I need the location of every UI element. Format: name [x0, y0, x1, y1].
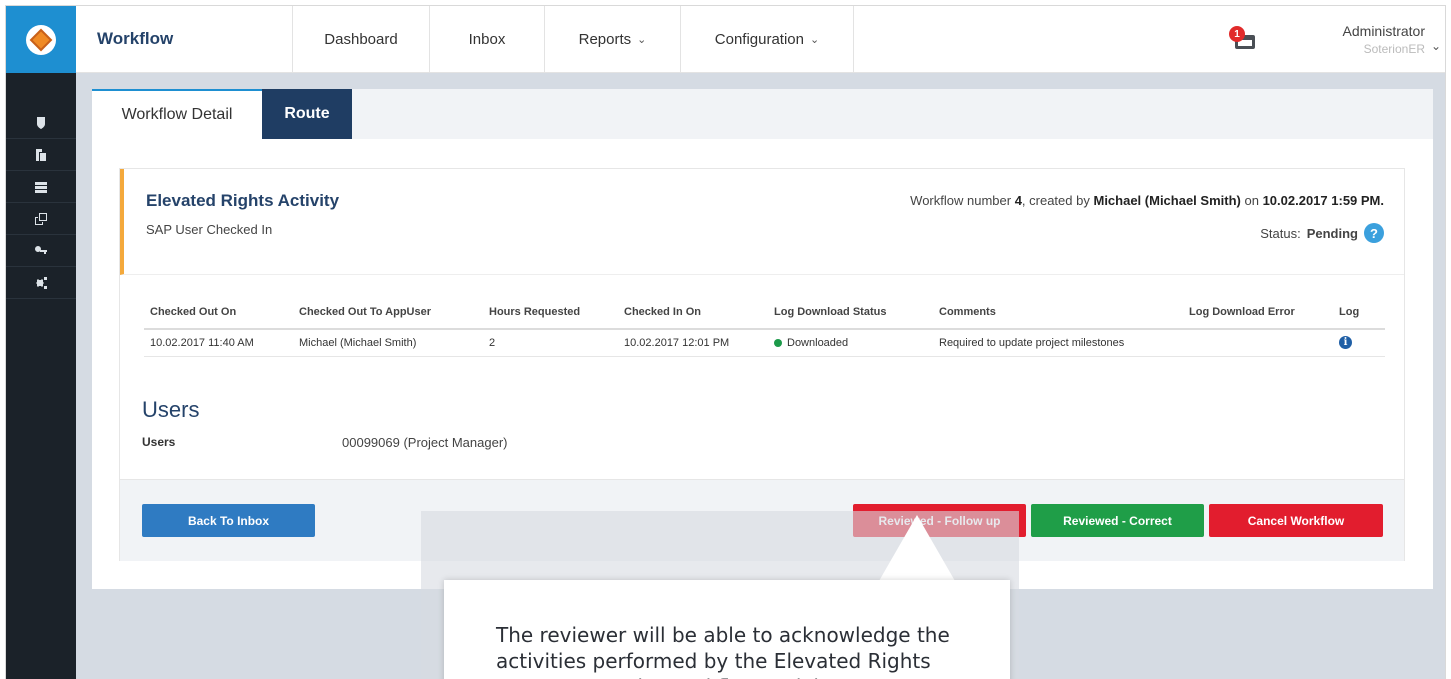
tab-workflow-detail[interactable]: Workflow Detail: [92, 89, 262, 139]
sidebar-item-copy[interactable]: [6, 203, 76, 235]
activity-title: Elevated Rights Activity: [146, 191, 340, 210]
sidebar-nav: [6, 107, 76, 299]
workflow-detail-panel: Elevated Rights Activity SAP User Checke…: [119, 168, 1405, 561]
status-line: Status: Pending ?: [1260, 223, 1384, 243]
nav-inbox-label: Inbox: [468, 31, 506, 48]
nav-inbox[interactable]: Inbox: [429, 6, 544, 73]
sidebar-item-documents[interactable]: [6, 139, 76, 171]
log-table: Checked Out On Checked Out To AppUser Ho…: [144, 296, 1385, 357]
sidebar-item-key[interactable]: [6, 235, 76, 267]
column-header[interactable]: Checked In On: [618, 296, 768, 330]
tab-route[interactable]: Route: [262, 89, 352, 139]
cell-checked-in-on: 10.02.2017 12:01 PM: [618, 329, 768, 357]
users-label: Users: [142, 435, 176, 449]
nav-reports[interactable]: Reports ⌄: [544, 6, 680, 73]
cell-checked-out-on: 10.02.2017 11:40 AM: [144, 329, 293, 357]
activity-subtitle: SAP User Checked In: [146, 222, 273, 237]
callout-text: The reviewer will be able to acknowledge…: [496, 623, 950, 679]
workflow-on-text: on: [1244, 193, 1259, 208]
chevron-down-icon: ⌄: [810, 34, 820, 46]
column-header[interactable]: Checked Out To AppUser: [293, 296, 483, 330]
users-heading: Users: [142, 397, 200, 422]
chevron-down-icon: ⌄: [637, 34, 647, 46]
logo[interactable]: [6, 6, 76, 73]
settings-icon: [36, 276, 47, 289]
nav-configuration[interactable]: Configuration ⌄: [680, 6, 854, 73]
app-logo-icon: [26, 24, 56, 55]
user-org: SoterionER: [1363, 42, 1425, 56]
app-title[interactable]: Workflow: [97, 29, 173, 49]
user-name: Administrator: [1342, 23, 1425, 39]
back-to-inbox-button[interactable]: Back To Inbox: [142, 504, 315, 537]
top-navbar: Workflow Dashboard Inbox Reports ⌄ Config…: [76, 6, 1445, 73]
column-header[interactable]: Hours Requested: [483, 296, 618, 330]
cell-checked-out-to: Michael (Michael Smith): [293, 329, 483, 357]
sidebar-item-server[interactable]: [6, 171, 76, 203]
status-label: Status:: [1260, 225, 1301, 241]
sidebar-item-settings[interactable]: [6, 267, 76, 299]
server-icon: [35, 181, 47, 193]
table-header-row: Checked Out On Checked Out To AppUser Ho…: [144, 296, 1385, 330]
activity-header: Elevated Rights Activity SAP User Checke…: [120, 169, 1404, 275]
status-value: Pending: [1306, 225, 1358, 241]
column-header[interactable]: Log Download Error: [1183, 296, 1333, 330]
callout-tooltip: The reviewer will be able to acknowledge…: [444, 580, 1010, 679]
nav-dashboard-label: Dashboard: [324, 31, 398, 48]
users-value: 00099069 (Project Manager): [342, 435, 508, 450]
cell-hours: 2: [483, 329, 618, 357]
download-status-text: Downloaded: [787, 336, 849, 349]
cell-log: i: [1333, 329, 1385, 357]
table-row: 10.02.2017 11:40 AM Michael (Michael Smi…: [144, 329, 1385, 357]
notifications-button[interactable]: 1: [1229, 26, 1259, 56]
help-icon[interactable]: ?: [1364, 223, 1384, 243]
column-header[interactable]: Comments: [933, 296, 1183, 330]
tab-bar: Workflow Detail Route: [92, 89, 1433, 139]
reviewed-correct-button[interactable]: Reviewed - Correct: [1031, 504, 1204, 537]
workflow-creator: Michael (Michael Smith): [1093, 193, 1241, 208]
column-header[interactable]: Checked Out On: [144, 296, 293, 330]
workflow-created-by-text: , created by: [1021, 193, 1090, 208]
cell-download-status: Downloaded: [768, 329, 933, 357]
nav-reports-label: Reports: [578, 31, 632, 48]
column-header[interactable]: Log: [1333, 296, 1385, 330]
callout-arrow: [879, 515, 955, 581]
nav-configuration-label: Configuration: [714, 31, 804, 48]
workflow-info: Workflow number 4, created by Michael (M…: [910, 193, 1384, 208]
main-nav: Dashboard Inbox Reports ⌄ Configuration ⌄: [292, 6, 854, 73]
column-header[interactable]: Log Download Status: [768, 296, 933, 330]
shield-icon: [37, 116, 45, 129]
workflow-number: 4: [1014, 193, 1022, 208]
workflow-created-at: 10.02.2017 1:59 PM.: [1262, 193, 1384, 208]
documents-icon: [36, 148, 46, 161]
cell-download-error: [1183, 329, 1333, 357]
user-menu[interactable]: Administrator SoterionER ⌄: [1342, 23, 1441, 56]
sidebar-item-shield[interactable]: [6, 107, 76, 139]
copy-icon: [35, 212, 47, 225]
info-icon[interactable]: i: [1339, 336, 1352, 350]
key-icon: [35, 245, 47, 254]
workflow-info-prefix: Workflow number: [910, 193, 1012, 208]
cell-comments: Required to update project milestones: [933, 329, 1183, 357]
status-dot-icon: [774, 338, 782, 347]
sidebar: [6, 6, 76, 679]
nav-dashboard[interactable]: Dashboard: [292, 6, 429, 73]
notification-count-badge: 1: [1229, 26, 1245, 42]
chevron-down-icon: ⌄: [1430, 39, 1441, 53]
cancel-workflow-button[interactable]: Cancel Workflow: [1209, 504, 1383, 537]
